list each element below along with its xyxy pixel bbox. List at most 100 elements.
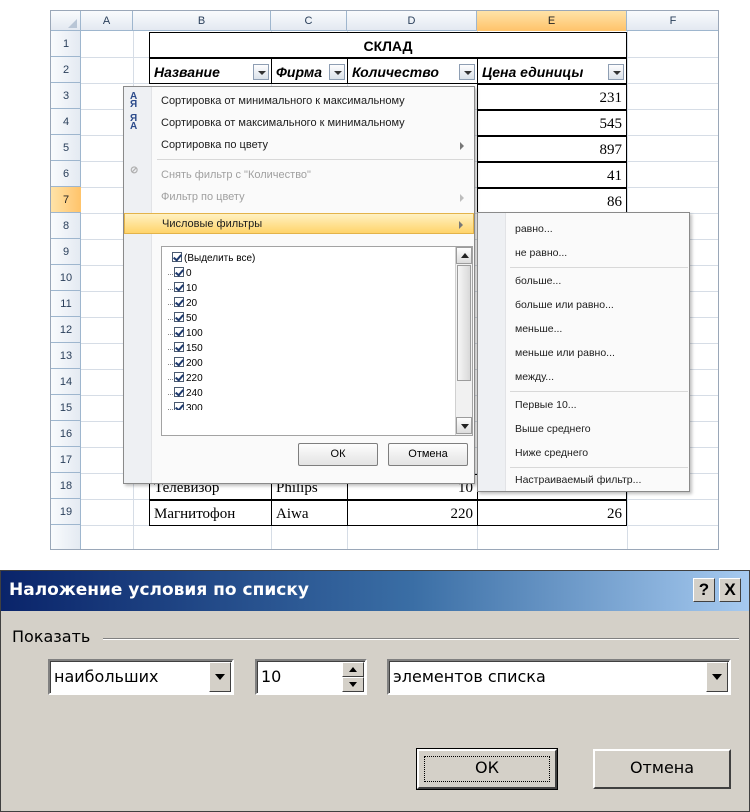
checklist-item[interactable]: 100 — [174, 327, 203, 340]
row-header[interactable]: 3 — [51, 83, 81, 109]
dialog-title-bar[interactable]: Наложение условия по списку ? X — [1, 571, 749, 611]
checkbox-checked-icon[interactable] — [174, 312, 184, 322]
price-cell[interactable]: 897 — [477, 136, 627, 162]
row-header[interactable]: 12 — [51, 317, 81, 343]
help-button[interactable]: ? — [693, 578, 715, 602]
row-header[interactable]: 5 — [51, 135, 81, 161]
row-header[interactable]: 8 — [51, 213, 81, 239]
ok-button[interactable]: ОК — [416, 748, 558, 790]
submenu-item-greater[interactable]: больше... — [515, 269, 561, 293]
checklist-item-select-all[interactable]: (Выделить все) — [172, 252, 255, 265]
row-header[interactable]: 16 — [51, 421, 81, 447]
mode-select[interactable]: наибольших — [48, 659, 234, 695]
row-header[interactable]: 13 — [51, 343, 81, 369]
submenu-item-less-or-equal[interactable]: меньше или равно... — [515, 341, 615, 365]
checklist-item[interactable]: 0 — [174, 267, 192, 280]
row-header[interactable]: 15 — [51, 395, 81, 421]
cancel-button[interactable]: Отмена — [593, 749, 731, 789]
table-cell[interactable]: Магнитофон — [149, 500, 272, 526]
menu-item-filter-color[interactable]: Фильтр по цвету — [124, 187, 474, 208]
checklist-item[interactable]: 10 — [174, 282, 197, 295]
price-cell[interactable]: 41 — [477, 162, 627, 188]
checkbox-checked-icon[interactable] — [174, 342, 184, 352]
row-header[interactable]: 7 — [51, 187, 81, 213]
row-header[interactable]: 2 — [51, 57, 81, 83]
checklist-item[interactable]: 240 — [174, 387, 203, 400]
scroll-thumb[interactable] — [457, 265, 471, 381]
menu-item-number-filters[interactable]: Числовые фильтры — [124, 213, 474, 234]
row-header[interactable]: 18 — [51, 473, 81, 499]
close-button[interactable]: X — [719, 578, 741, 602]
menu-item-clear-filter[interactable]: Снять фильтр с "Количество" — [124, 165, 474, 186]
menu-item-sort-desc[interactable]: Сортировка от максимального к минимально… — [124, 113, 474, 134]
header-cell-quantity[interactable]: Количество — [347, 58, 478, 84]
unit-select[interactable]: элементов списка — [387, 659, 731, 695]
spin-down-icon[interactable] — [342, 677, 364, 692]
checkbox-checked-icon[interactable] — [174, 327, 184, 337]
submenu-item-top-10[interactable]: Первые 10... — [515, 393, 577, 417]
menu-ok-button[interactable]: ОК — [298, 443, 378, 466]
filter-dropdown-button[interactable] — [459, 64, 475, 80]
row-header[interactable]: 6 — [51, 161, 81, 187]
spin-up-icon[interactable] — [342, 662, 364, 677]
checklist-scrollbar[interactable] — [455, 247, 472, 435]
header-cell-name[interactable]: Название — [149, 58, 272, 84]
row-header[interactable]: 17 — [51, 447, 81, 473]
menu-item-sort-asc[interactable]: Сортировка от минимального к максимально… — [124, 91, 474, 112]
submenu-item-custom-filter[interactable]: Настраиваемый фильтр... — [515, 468, 641, 492]
submenu-item-below-average[interactable]: Ниже среднего — [515, 441, 588, 465]
submenu-item-not-equals[interactable]: не равно... — [515, 241, 567, 265]
price-cell[interactable]: 231 — [477, 84, 627, 110]
checkbox-checked-icon[interactable] — [174, 357, 184, 367]
price-cell[interactable]: 545 — [477, 110, 627, 136]
header-cell-price[interactable]: Цена единицы — [477, 58, 627, 84]
checklist-item[interactable]: 50 — [174, 312, 197, 325]
select-all-corner[interactable] — [51, 11, 81, 31]
column-header-e[interactable]: E — [477, 11, 627, 31]
row-header[interactable]: 19 — [51, 499, 81, 525]
table-title[interactable]: СКЛАД — [149, 32, 627, 58]
row-header[interactable]: 4 — [51, 109, 81, 135]
row-header[interactable]: 10 — [51, 265, 81, 291]
checkbox-checked-icon[interactable] — [174, 387, 184, 397]
checklist-item[interactable]: 200 — [174, 357, 203, 370]
checkbox-checked-icon[interactable] — [172, 252, 182, 262]
submenu-item-between[interactable]: между... — [515, 365, 554, 389]
checklist-item[interactable]: 20 — [174, 297, 197, 310]
menu-cancel-button[interactable]: Отмена — [388, 443, 468, 466]
checkbox-checked-icon[interactable] — [174, 267, 184, 277]
filter-dropdown-button[interactable] — [608, 64, 624, 80]
submenu-item-greater-or-equal[interactable]: больше или равно... — [515, 293, 614, 317]
scroll-down-button[interactable] — [456, 417, 472, 434]
column-header-a[interactable]: A — [81, 11, 133, 31]
submenu-item-above-average[interactable]: Выше среднего — [515, 417, 591, 441]
row-header[interactable]: 14 — [51, 369, 81, 395]
header-cell-firm[interactable]: Фирма — [271, 58, 348, 84]
filter-value-checklist[interactable]: (Выделить все) 0 10 20 50 100 150 200 22… — [161, 246, 473, 436]
table-cell[interactable]: Aiwa — [271, 500, 348, 526]
menu-item-sort-color[interactable]: Сортировка по цвету — [124, 135, 474, 156]
filter-dropdown-button[interactable] — [253, 64, 269, 80]
checkbox-checked-icon[interactable] — [174, 282, 184, 292]
filter-dropdown-button[interactable] — [329, 64, 345, 80]
table-cell[interactable]: 26 — [477, 500, 627, 526]
submenu-item-less[interactable]: меньше... — [515, 317, 562, 341]
column-header-b[interactable]: B — [133, 11, 271, 31]
checklist-item[interactable]: 300 — [174, 402, 203, 410]
checkbox-checked-icon[interactable] — [174, 372, 184, 382]
scroll-up-button[interactable] — [456, 247, 472, 264]
checkbox-checked-icon[interactable] — [174, 297, 184, 307]
checkbox-checked-icon[interactable] — [174, 402, 184, 410]
row-header[interactable]: 11 — [51, 291, 81, 317]
row-header[interactable]: 1 — [51, 31, 81, 57]
row-header[interactable]: 9 — [51, 239, 81, 265]
column-header-d[interactable]: D — [347, 11, 477, 31]
count-spinner[interactable]: 10 — [255, 659, 367, 695]
submenu-item-equals[interactable]: равно... — [515, 217, 553, 241]
price-cell[interactable]: 86 — [477, 188, 627, 214]
chevron-down-icon[interactable] — [706, 662, 728, 692]
column-header-f[interactable]: F — [627, 11, 718, 31]
chevron-down-icon[interactable] — [209, 662, 231, 692]
checklist-item[interactable]: 150 — [174, 342, 203, 355]
table-cell[interactable]: 220 — [347, 500, 478, 526]
